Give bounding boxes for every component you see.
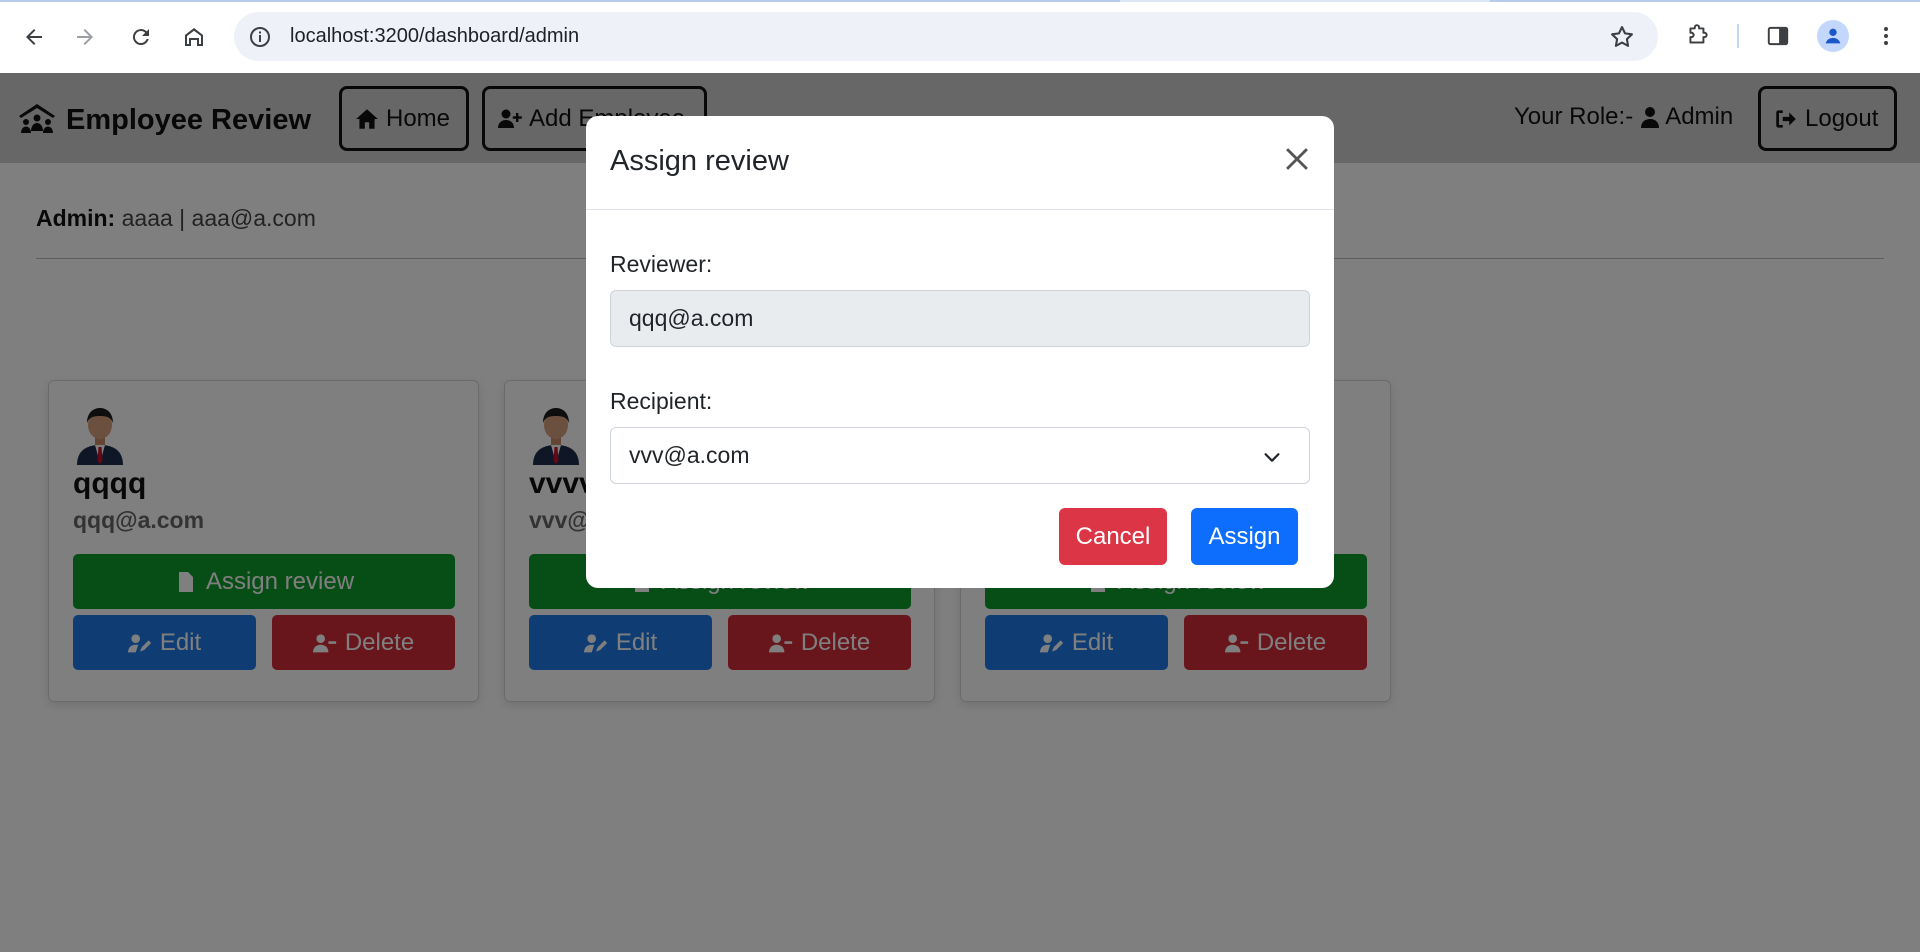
address-bar[interactable]: localhost:3200/dashboard/admin — [234, 12, 1658, 61]
profile-avatar-icon — [1825, 28, 1841, 44]
back-button[interactable] — [16, 19, 52, 55]
cancel-button[interactable]: Cancel — [1059, 508, 1167, 565]
recipient-value: vvv@a.com — [629, 442, 750, 468]
home-outline-icon — [185, 28, 203, 46]
browser-menu-button[interactable] — [1870, 20, 1902, 52]
browser-toolbar: localhost:3200/dashboard/admin — [0, 0, 1920, 73]
reload-button[interactable] — [123, 19, 159, 55]
cancel-label: Cancel — [1075, 522, 1151, 550]
reload-icon — [132, 29, 149, 46]
arrow-left-icon — [26, 29, 42, 45]
side-panel-button[interactable] — [1762, 20, 1794, 52]
reviewer-label: Reviewer: — [610, 251, 713, 277]
info-icon[interactable] — [248, 25, 272, 49]
reviewer-value: qqq@a.com — [629, 305, 754, 331]
chevron-down-icon — [1264, 453, 1280, 462]
profile-button[interactable] — [1817, 20, 1849, 52]
tab-highlight — [0, 0, 1120, 2]
home-browser-button[interactable] — [176, 19, 212, 55]
close-icon[interactable] — [1280, 142, 1314, 176]
puzzle-icon — [1689, 24, 1708, 44]
url-text: localhost:3200/dashboard/admin — [290, 25, 580, 47]
bookmark-star-icon[interactable] — [1608, 23, 1636, 51]
toolbar-divider — [1737, 24, 1739, 48]
modal-divider — [586, 209, 1334, 210]
arrow-right-icon — [77, 29, 93, 45]
assign-button[interactable]: Assign — [1191, 508, 1298, 565]
tab-highlight-2 — [1490, 0, 1920, 2]
assign-review-modal: Assign review Reviewer: qqq@a.com Recipi… — [586, 116, 1334, 588]
reviewer-field: qqq@a.com — [610, 290, 1310, 347]
side-panel-icon — [1767, 26, 1789, 46]
assign-label: Assign — [1208, 522, 1281, 550]
recipient-select[interactable]: vvv@a.com — [610, 427, 1310, 484]
recipient-label: Recipient: — [610, 388, 713, 414]
extensions-button[interactable] — [1682, 20, 1714, 52]
forward-button[interactable] — [67, 19, 103, 55]
modal-title: Assign review — [610, 145, 789, 177]
more-vertical-icon — [1884, 27, 1888, 45]
